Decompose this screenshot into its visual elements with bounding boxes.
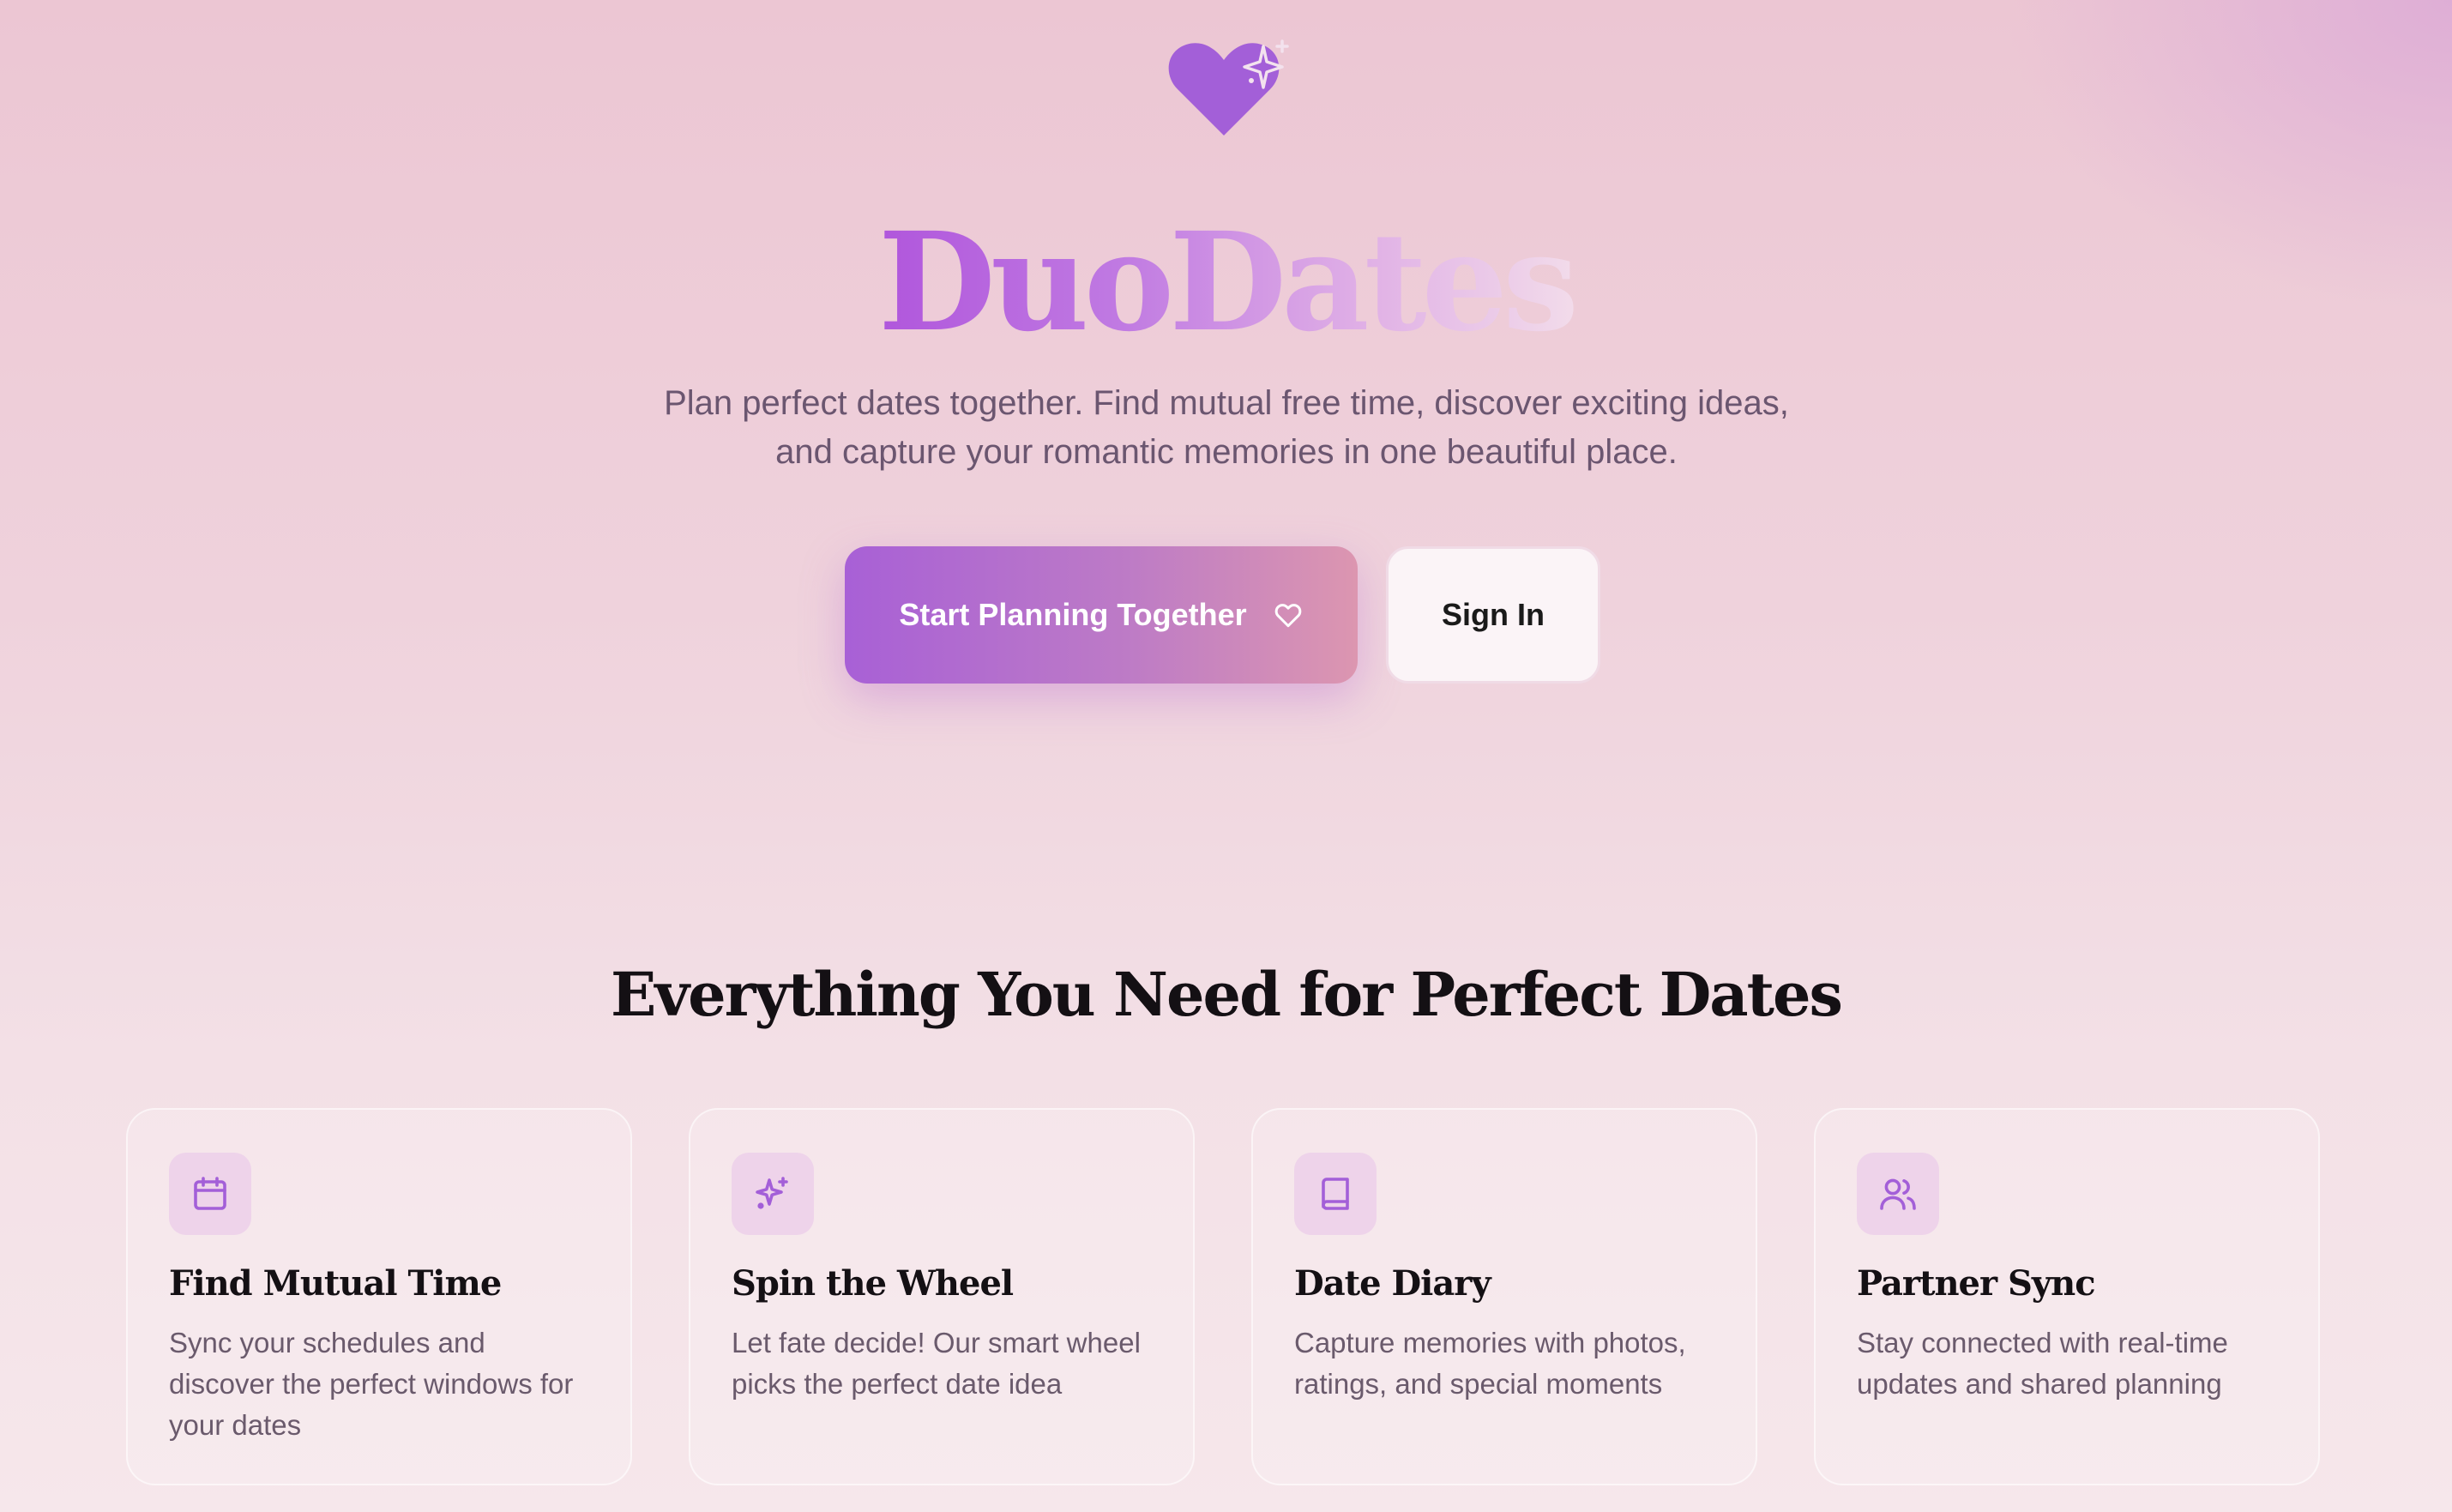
feature-card-find-mutual-time: Find Mutual Time Sync your schedules and…	[126, 1108, 632, 1485]
feature-title: Partner Sync	[1857, 1263, 2096, 1304]
hero-section: DuoDates Plan perfect dates together. Fi…	[0, 0, 2452, 772]
calendar-icon	[194, 1177, 226, 1210]
feature-icon-tile	[169, 1153, 251, 1235]
sign-in-label: Sign In	[1442, 597, 1545, 632]
feature-card-partner-sync: Partner Sync Stay connected with real-ti…	[1814, 1108, 2320, 1485]
feature-card-date-diary: Date Diary Capture memories with photos,…	[1251, 1108, 1757, 1485]
feature-description: Capture memories with photos, ratings, a…	[1294, 1327, 1686, 1400]
hero-tagline: Plan perfect dates together. Find mutual…	[664, 384, 1789, 471]
sign-in-button[interactable]: Sign In	[1386, 546, 1600, 684]
app-title-text: DuoDates	[877, 203, 1579, 362]
feature-title: Date Diary	[1294, 1263, 1491, 1304]
feature-title: Spin the Wheel	[732, 1263, 1014, 1304]
book-icon	[1322, 1178, 1349, 1210]
feature-icon-tile	[732, 1153, 814, 1235]
start-planning-button[interactable]: Start Planning Together	[845, 546, 1358, 684]
heart-outline-icon	[1274, 604, 1302, 628]
features-heading: Everything You Need for Perfect Dates	[611, 959, 1843, 1030]
app-title: DuoDates	[0, 197, 2452, 369]
users-icon	[1880, 1178, 1916, 1210]
feature-card-spin-the-wheel: Spin the Wheel Let fate decide! Our smar…	[689, 1108, 1195, 1485]
feature-icon-tile	[1294, 1153, 1377, 1235]
feature-description: Sync your schedules and discover the per…	[169, 1327, 574, 1441]
feature-description: Stay connected with real-time updates an…	[1857, 1327, 2228, 1400]
feature-description: Let fate decide! Our smart wheel picks t…	[732, 1327, 1141, 1400]
sparkles-icon	[756, 1177, 788, 1209]
start-planning-label: Start Planning Together	[899, 597, 1247, 632]
feature-icon-tile	[1857, 1153, 1939, 1235]
feature-title: Find Mutual Time	[169, 1263, 502, 1304]
heart-sparkle-icon	[1168, 39, 1289, 136]
